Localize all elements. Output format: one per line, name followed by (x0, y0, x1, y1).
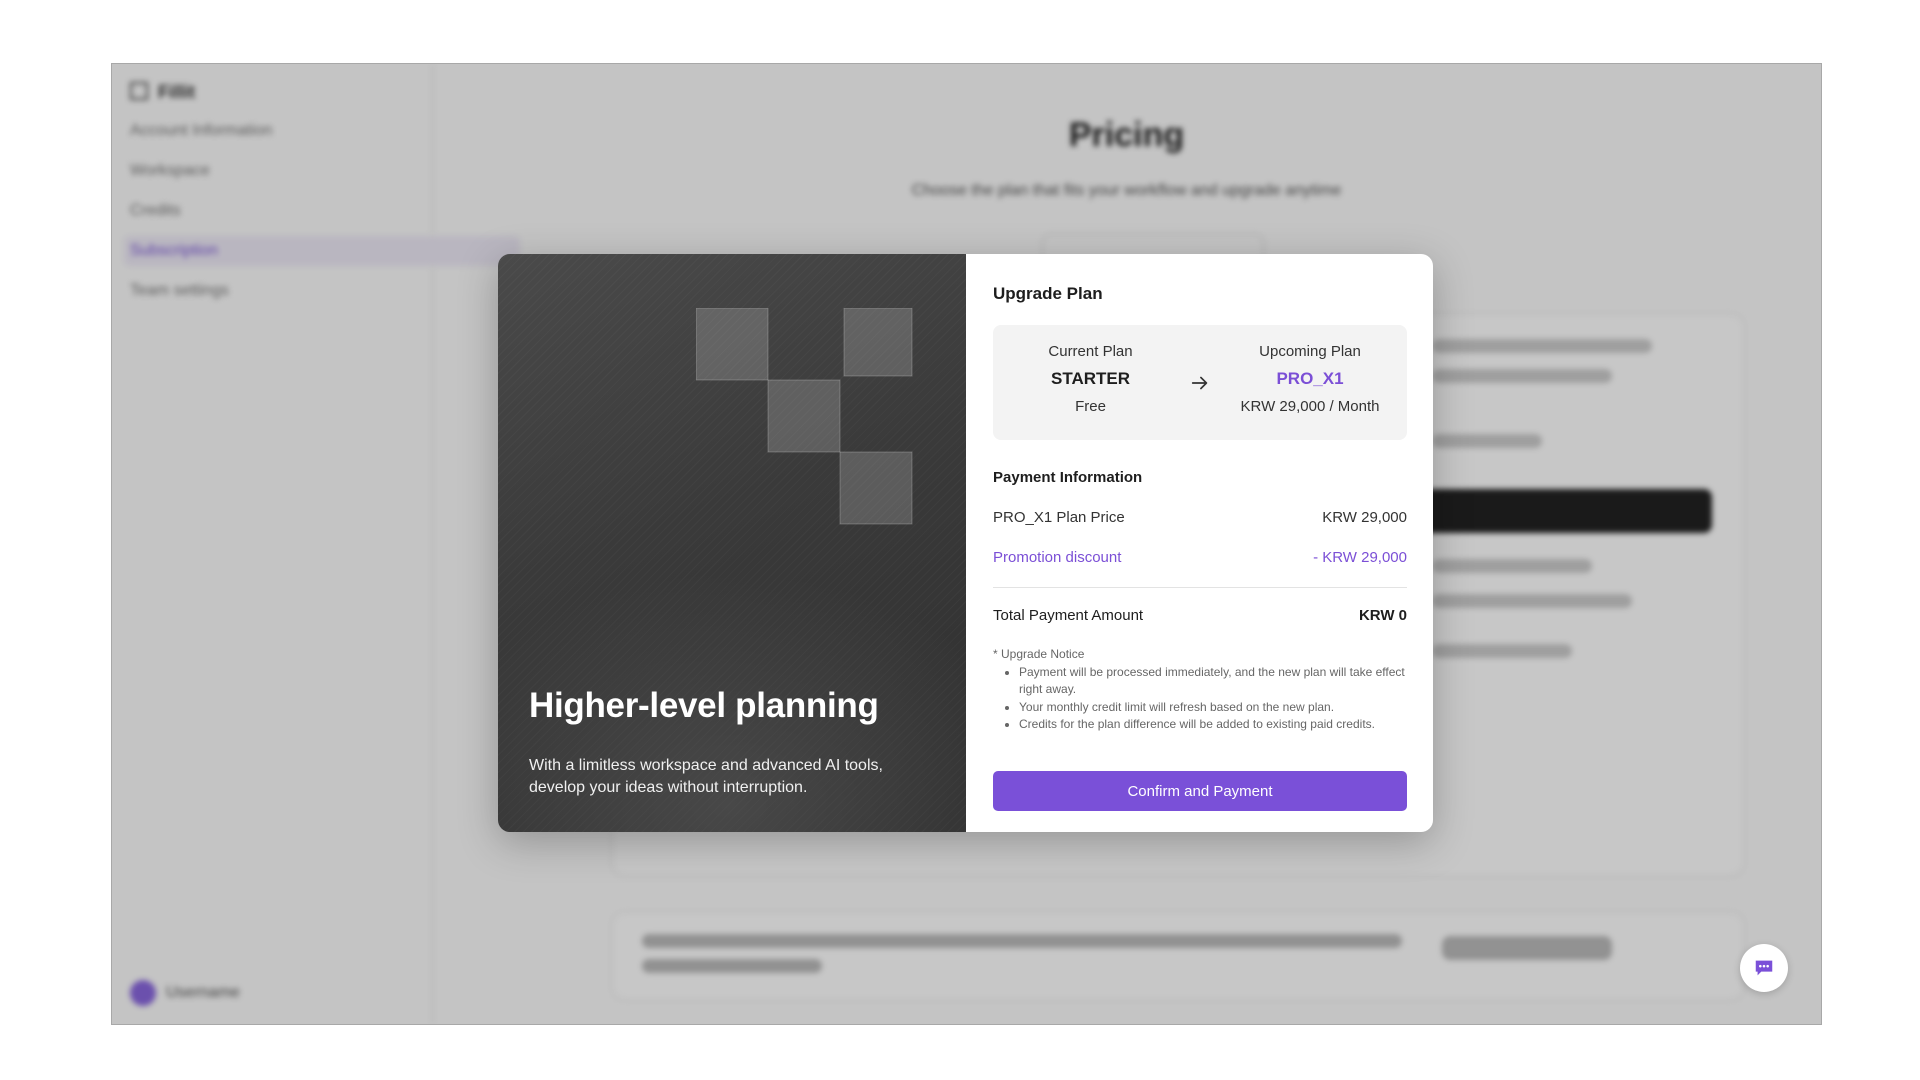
plan-price-label: PRO_X1 Plan Price (993, 509, 1125, 526)
current-plan: Current Plan STARTER Free (993, 343, 1188, 415)
payment-info-title: Payment Information (993, 469, 1143, 486)
modal-hero: Higher-level planning With a limitless w… (498, 254, 966, 832)
brand-mark-icon (696, 308, 913, 525)
discount-value: - KRW 29,000 (1313, 549, 1407, 566)
divider (993, 587, 1407, 588)
arrow-right-icon (1191, 376, 1208, 390)
total-label: Total Payment Amount (993, 607, 1144, 624)
plan-price-row: PRO_X1 Plan Price KRW 29,000 (993, 509, 1407, 526)
plan-comparison: Current Plan STARTER Free Upcoming Plan … (993, 325, 1407, 440)
discount-label: Promotion discount (993, 549, 1122, 566)
confirm-payment-button[interactable]: Confirm and Payment (993, 771, 1407, 811)
total-row: Total Payment Amount KRW 0 (993, 607, 1407, 624)
hero-description: With a limitless workspace and advanced … (529, 757, 883, 796)
plan-price-value: KRW 29,000 (1322, 509, 1407, 526)
notice-title: * Upgrade Notice (993, 647, 1085, 661)
current-plan-price: Free (1075, 398, 1106, 415)
current-plan-name: STARTER (1050, 369, 1130, 388)
notice-item: Your monthly credit limit will refresh b… (1019, 699, 1407, 717)
upgrade-modal: Higher-level planning With a limitless w… (498, 254, 1433, 832)
hero-title: Higher-level planning (529, 686, 879, 725)
modal-title: Upgrade Plan (993, 284, 1103, 303)
notice-item: Payment will be processed immediately, a… (1019, 664, 1407, 699)
upcoming-plan: Upcoming Plan PRO_X1 KRW 29,000 / Month (1213, 343, 1407, 415)
upcoming-plan-price: KRW 29,000 / Month (1240, 398, 1380, 415)
chat-bubble-icon (1755, 960, 1773, 976)
notice-list: Payment will be processed immediately, a… (993, 664, 1407, 734)
total-value: KRW 0 (1358, 607, 1407, 624)
discount-row: Promotion discount - KRW 29,000 (993, 549, 1407, 566)
modal-panel: Upgrade Plan Current Plan STARTER Free U… (966, 254, 1433, 832)
upcoming-plan-name: PRO_X1 (1276, 369, 1344, 388)
upgrade-notice: * Upgrade Notice Payment will be process… (993, 646, 1407, 734)
notice-item: Credits for the plan difference will be … (1019, 716, 1407, 734)
current-plan-label: Current Plan (1048, 343, 1133, 360)
upcoming-plan-label: Upcoming Plan (1259, 343, 1361, 360)
chat-button[interactable] (1740, 944, 1788, 992)
